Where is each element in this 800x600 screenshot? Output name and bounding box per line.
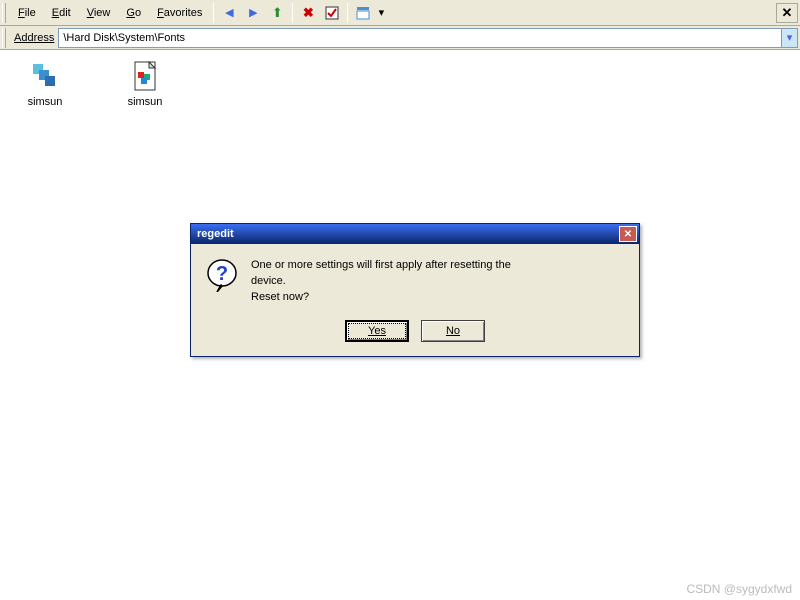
- menu-view[interactable]: View: [79, 4, 119, 22]
- menu-separator: [213, 3, 214, 23]
- toolbar-separator-2: [347, 3, 348, 23]
- toolbar-separator-1: [292, 3, 293, 23]
- forward-button[interactable]: ▶: [242, 2, 264, 24]
- up-folder-icon: ⬆: [272, 5, 283, 21]
- menu-file[interactable]: File: [10, 4, 44, 22]
- no-button[interactable]: No: [421, 320, 485, 342]
- view-mode-dropdown[interactable]: ▾: [376, 2, 386, 24]
- up-button[interactable]: ⬆: [266, 2, 288, 24]
- delete-button[interactable]: ✖: [297, 2, 319, 24]
- dialog-message: One or more settings will first apply af…: [251, 258, 511, 306]
- font-file-icon: [29, 60, 61, 92]
- dialog-title: regedit: [197, 228, 234, 240]
- menu-edit[interactable]: Edit: [44, 4, 79, 22]
- back-icon: ◀: [225, 6, 233, 19]
- properties-button[interactable]: [321, 2, 343, 24]
- regedit-dialog: regedit ✕ ? One or more settings will fi…: [190, 223, 640, 357]
- chevron-down-icon: ▾: [379, 6, 385, 19]
- delete-icon: ✖: [303, 5, 314, 21]
- menubar-grip: [2, 3, 6, 23]
- dialog-line3: Reset now?: [251, 290, 511, 306]
- view-mode-button[interactable]: [352, 2, 374, 24]
- address-label: Address: [10, 32, 58, 44]
- close-icon: ✕: [782, 5, 793, 21]
- watermark: CSDN @sygydxfwd: [686, 582, 792, 596]
- addressbar-grip: [2, 28, 6, 48]
- close-icon: ✕: [624, 229, 632, 240]
- menubar: File Edit View Go Favorites ◀ ▶ ⬆ ✖ ▾ ✕: [0, 0, 800, 26]
- forward-icon: ▶: [249, 6, 257, 19]
- dialog-body: ? One or more settings will first apply …: [191, 244, 639, 310]
- dialog-close-button[interactable]: ✕: [619, 226, 637, 242]
- dialog-line2: device.: [251, 274, 511, 290]
- dialog-line1: One or more settings will first apply af…: [251, 258, 511, 274]
- address-bar: Address ▾: [0, 26, 800, 50]
- question-icon: ?: [205, 258, 239, 306]
- menu-go[interactable]: Go: [118, 4, 149, 22]
- address-dropdown[interactable]: ▾: [782, 28, 798, 48]
- svg-text:?: ?: [216, 263, 228, 285]
- address-input[interactable]: [58, 28, 782, 48]
- chevron-down-icon: ▾: [787, 31, 793, 44]
- file-item-simsun-2[interactable]: simsun: [110, 60, 180, 108]
- file-label: simsun: [128, 96, 163, 108]
- view-mode-icon: [356, 6, 370, 20]
- file-item-simsun-1[interactable]: simsun: [10, 60, 80, 108]
- properties-icon: [325, 6, 339, 20]
- menu-favorites[interactable]: Favorites: [149, 4, 210, 22]
- yes-button[interactable]: Yes: [345, 320, 409, 342]
- document-file-icon: [129, 60, 161, 92]
- back-button[interactable]: ◀: [218, 2, 240, 24]
- window-close-button[interactable]: ✕: [776, 3, 798, 23]
- dialog-buttons: Yes No: [191, 310, 639, 356]
- file-label: simsun: [28, 96, 63, 108]
- dialog-titlebar[interactable]: regedit ✕: [191, 224, 639, 244]
